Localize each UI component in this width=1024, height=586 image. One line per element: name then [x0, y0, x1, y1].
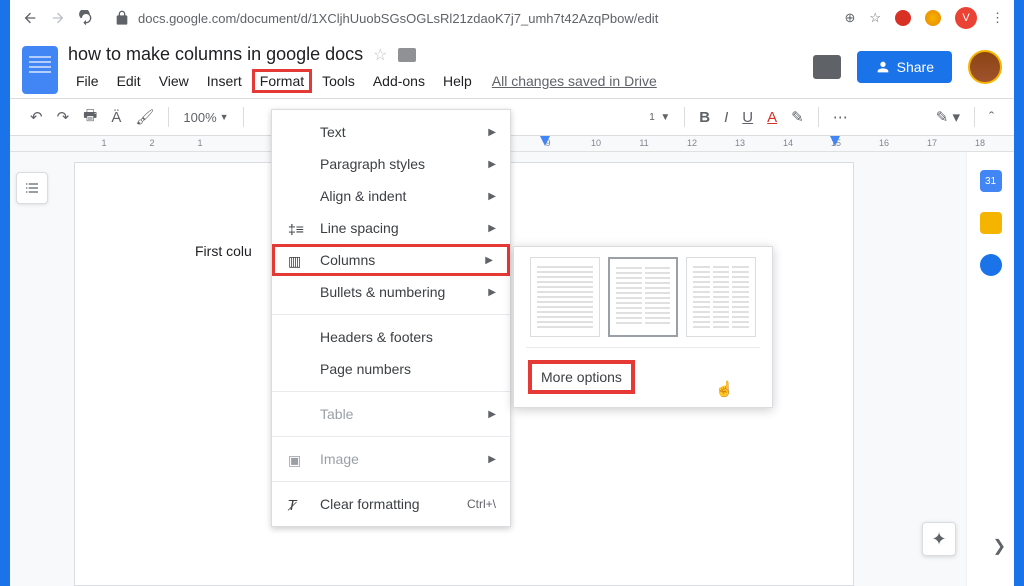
bold-icon[interactable]: B — [699, 109, 710, 126]
print-icon[interactable]: 🖶 — [83, 105, 97, 130]
spellcheck-icon[interactable]: Ӓ — [111, 109, 121, 126]
menu-file[interactable]: File — [68, 69, 107, 93]
separator — [272, 314, 510, 315]
italic-icon[interactable]: I — [724, 109, 728, 126]
clear-format-icon: 𝘛̷ — [288, 497, 306, 511]
separator — [974, 107, 975, 127]
menu-help[interactable]: Help — [435, 69, 480, 93]
separator — [272, 391, 510, 392]
editing-mode-icon[interactable]: ✎ ▾ — [936, 108, 960, 126]
format-bullets[interactable]: Bullets & numbering▶ — [272, 276, 510, 308]
format-text[interactable]: Text▶ — [272, 116, 510, 148]
format-line-spacing[interactable]: ‡≡Line spacing▶ — [272, 212, 510, 244]
separator — [168, 107, 169, 127]
menu-addons[interactable]: Add-ons — [365, 69, 433, 93]
tasks-icon[interactable] — [980, 254, 1002, 276]
underline-icon[interactable]: U — [742, 109, 753, 126]
separator — [272, 436, 510, 437]
columns-option-3[interactable] — [686, 257, 756, 337]
columns-option-2[interactable] — [608, 257, 678, 337]
browser-profile-button[interactable]: V — [955, 7, 977, 29]
star-icon[interactable]: ☆ — [869, 10, 881, 26]
separator — [818, 107, 819, 127]
side-panel: 31 — [966, 152, 1014, 586]
menu-tools[interactable]: Tools — [314, 69, 363, 93]
reload-icon[interactable] — [76, 8, 96, 28]
extension-icon-2[interactable] — [925, 10, 941, 26]
doc-title[interactable]: how to make columns in google docs — [68, 44, 363, 65]
lock-icon — [114, 10, 130, 26]
columns-submenu: More options — [513, 246, 773, 408]
share-button[interactable]: Share — [857, 51, 952, 83]
menu-format[interactable]: Format — [252, 69, 312, 93]
separator — [272, 481, 510, 482]
folder-icon[interactable] — [398, 48, 416, 62]
image-icon: ▣ — [288, 452, 306, 466]
back-icon[interactable] — [20, 8, 40, 28]
collapse-icon[interactable]: ˆ — [989, 109, 994, 126]
columns-option-1[interactable] — [530, 257, 600, 337]
document-body-text: First colu — [195, 243, 252, 259]
person-icon — [875, 59, 891, 75]
extension-icon-1[interactable] — [895, 10, 911, 26]
redo-icon[interactable]: ↷ — [57, 108, 70, 126]
undo-icon[interactable]: ↶ — [30, 108, 43, 126]
more-icon[interactable]: ⋯ — [833, 108, 848, 126]
browser-menu-icon[interactable]: ⋮ — [991, 10, 1004, 26]
comments-icon[interactable] — [813, 55, 841, 79]
format-toolbar: ↶ ↷ 🖶 Ӓ 🖌 100%▼ 1 ▼ B I U A ✎ ⋯ ✎ ▾ ˆ — [10, 98, 1014, 136]
save-status[interactable]: All changes saved in Drive — [492, 73, 657, 89]
cursor-pointer-icon: ☝ — [715, 380, 734, 398]
format-dropdown: Text▶ Paragraph styles▶ Align & indent▶ … — [271, 109, 511, 527]
separator — [684, 107, 685, 127]
separator — [243, 107, 244, 127]
highlight-icon[interactable]: ✎ — [791, 108, 804, 126]
format-clear[interactable]: 𝘛̷Clear formattingCtrl+\ — [272, 488, 510, 520]
paint-format-icon[interactable]: 🖌 — [135, 108, 154, 126]
format-headers-footers[interactable]: Headers & footers — [272, 321, 510, 353]
browser-toolbar: docs.google.com/document/d/1XCljhUuobSGs… — [10, 0, 1014, 36]
list-icon — [24, 180, 40, 196]
line-spacing-icon: ‡≡ — [288, 221, 306, 235]
keep-icon[interactable] — [980, 212, 1002, 234]
calendar-icon[interactable]: 31 — [980, 170, 1002, 192]
account-avatar[interactable] — [968, 50, 1002, 84]
columns-icon: ▥ — [288, 253, 306, 267]
docs-logo[interactable] — [22, 46, 58, 94]
menu-insert[interactable]: Insert — [199, 69, 250, 93]
outline-button[interactable] — [16, 172, 48, 204]
format-columns[interactable]: ▥Columns▶ — [272, 244, 510, 276]
star-doc-icon[interactable]: ☆ — [373, 45, 387, 65]
url-text[interactable]: docs.google.com/document/d/1XCljhUuobSGs… — [138, 11, 658, 26]
ruler[interactable]: 1 2 1 9 10 11 12 13 14 15 16 17 18 — [10, 136, 1014, 152]
format-align-indent[interactable]: Align & indent▶ — [272, 180, 510, 212]
forward-icon[interactable] — [48, 8, 68, 28]
menu-edit[interactable]: Edit — [109, 69, 149, 93]
zoom-search-icon[interactable]: ⊕ — [844, 10, 855, 26]
explore-button[interactable]: ✦ — [922, 522, 956, 556]
font-size-dropdown[interactable]: 1 ▼ — [649, 112, 670, 123]
format-paragraph-styles[interactable]: Paragraph styles▶ — [272, 148, 510, 180]
format-page-numbers[interactable]: Page numbers — [272, 353, 510, 385]
format-image: ▣Image▶ — [272, 443, 510, 475]
chevron-right-icon[interactable]: ❯ — [993, 536, 1006, 556]
format-table: Table▶ — [272, 398, 510, 430]
menu-view[interactable]: View — [151, 69, 197, 93]
text-color-icon[interactable]: A — [767, 109, 777, 126]
columns-more-options[interactable]: More options — [528, 360, 635, 394]
zoom-select[interactable]: 100%▼ — [183, 110, 228, 125]
